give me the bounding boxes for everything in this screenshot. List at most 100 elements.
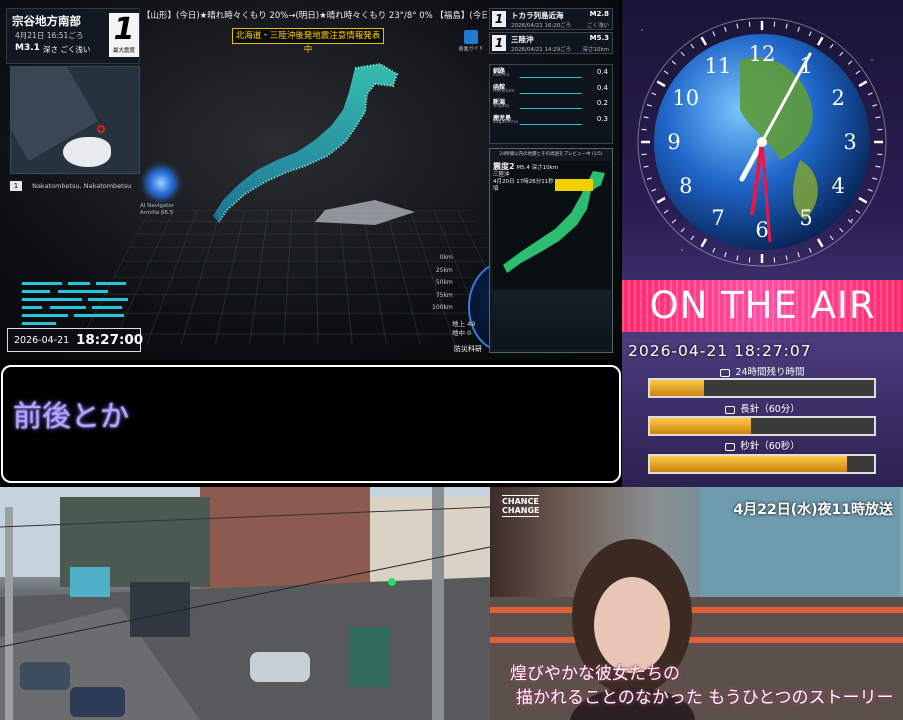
clock-number: 9 bbox=[667, 130, 680, 154]
clock-tick bbox=[859, 198, 867, 203]
clock-icon bbox=[720, 369, 730, 377]
clock-tick bbox=[749, 257, 750, 262]
caption-text: 前後とか bbox=[13, 393, 129, 435]
ai-navigator-label: AI Navigator Armilla β6.5 bbox=[140, 203, 174, 217]
clock-tick bbox=[749, 22, 750, 27]
subtitle-line-1: 煌びやかな彼女たちの bbox=[510, 659, 680, 684]
navigator-name: AI Navigator bbox=[140, 203, 174, 210]
clock-number: 7 bbox=[711, 206, 724, 230]
guide-label: 画面ガイド bbox=[458, 46, 483, 52]
clock-tick bbox=[868, 189, 873, 191]
preview-depth: 深さ10km bbox=[532, 165, 559, 171]
clock-tick bbox=[664, 71, 668, 74]
bar-label-second: 秒針（60秒） bbox=[622, 438, 903, 452]
bar-label-text: 秒針（60秒） bbox=[740, 441, 800, 452]
clock-tick bbox=[856, 210, 860, 213]
preview-mag: M5.4 bbox=[516, 165, 530, 171]
clock-tick bbox=[786, 24, 787, 29]
tide-wave-panel: 釧路 Kushiro 0.4 函館 Hakodate 0.4 新潟 Niigat… bbox=[489, 64, 613, 144]
clock-tick bbox=[872, 105, 877, 107]
clock-icon bbox=[725, 443, 735, 451]
clock-number: 2 bbox=[832, 86, 845, 110]
clock-tick bbox=[774, 257, 775, 262]
bar-label-text: 長針（60分） bbox=[740, 404, 800, 415]
quake-depth: 深さ ごく浅い bbox=[43, 44, 90, 55]
earthquake-monitor-panel: 【山形】(今日)★晴れ時々くもり 20%→(明日)★晴れ時々くもり 23°/8°… bbox=[0, 0, 620, 360]
progress-bar-second bbox=[648, 454, 876, 474]
clock-number: 3 bbox=[843, 130, 856, 154]
recent-intensity: 1 bbox=[492, 11, 506, 27]
epicenter-mini-map bbox=[10, 66, 140, 174]
recent-quakes-list: 1 トカラ列島近海 M2.8 2026/04/21 16:20ごろ ごく浅い 1… bbox=[489, 8, 613, 56]
list-item[interactable]: 1 トカラ列島近海 M2.8 2026/04/21 16:20ごろ ごく浅い bbox=[489, 8, 613, 30]
navigator-version: Armilla β6.5 bbox=[140, 210, 174, 217]
level-label-ground: 地上 bbox=[452, 320, 465, 328]
clock-tick bbox=[651, 93, 656, 95]
scale-100: 100km bbox=[432, 302, 453, 315]
wave-line bbox=[520, 100, 582, 109]
max-intensity-badge: 1 最大震度 bbox=[109, 13, 139, 57]
bar-label-text: 24時間残り時間 bbox=[735, 367, 804, 378]
observation-intensity-badge: 1 bbox=[10, 181, 22, 191]
bar-fill bbox=[650, 380, 704, 396]
recent-mag: M5.3 bbox=[590, 34, 609, 42]
clock-tick bbox=[830, 236, 833, 240]
clock-tick bbox=[644, 117, 649, 118]
clock-tick bbox=[642, 129, 647, 130]
clock-tick bbox=[818, 37, 823, 45]
clock-number: 6 bbox=[755, 218, 768, 242]
japan-3d-seismic-map bbox=[205, 60, 435, 230]
scale-50: 50km bbox=[432, 277, 453, 290]
clock-tick bbox=[848, 220, 852, 223]
clock-tick bbox=[664, 210, 668, 213]
monitor-time: 18:27:00 bbox=[76, 332, 143, 348]
preview-quake-info: 震度2 M5.4 深さ10km 三陸沖 4月20日 17時26分11秒頃 bbox=[493, 163, 559, 193]
clock-tick bbox=[713, 248, 715, 253]
drama-promo-feed: CHANCE CHANGE 4月22日(水)夜11時放送 煌びやかな彼女たちの … bbox=[490, 487, 903, 720]
level-value-ground: 49 bbox=[467, 320, 475, 328]
recent-intensity: 1 bbox=[492, 35, 506, 51]
clock-icon bbox=[725, 406, 735, 414]
quake-magnitude: M3.1 bbox=[15, 43, 40, 53]
weather-ticker: 【山形】(今日)★晴れ時々くもり 20%→(明日)★晴れ時々くもり 23°/8°… bbox=[142, 8, 487, 24]
recent-mag: M2.8 bbox=[590, 10, 609, 18]
on-the-air-banner: ON THE AIR bbox=[622, 280, 903, 332]
street-scene bbox=[0, 487, 490, 720]
preview-waveform bbox=[493, 291, 611, 349]
clock-center bbox=[757, 137, 767, 147]
wave-row: 函館 Hakodate 0.4 bbox=[490, 81, 612, 97]
clock-tick bbox=[657, 198, 665, 203]
wave-line bbox=[520, 85, 582, 94]
clock-tick bbox=[691, 236, 694, 240]
wave-line bbox=[520, 69, 582, 78]
list-item[interactable]: 1 三陸沖 M5.3 2026/04/21 14:29ごろ 深さ10km bbox=[489, 32, 613, 54]
clock-tick bbox=[647, 178, 652, 180]
data-source: 防災科研 bbox=[454, 344, 482, 354]
clock-number: 11 bbox=[705, 54, 732, 78]
broadcast-date: 4月22日(水)夜11時放送 bbox=[733, 499, 893, 519]
quake-region: 宗谷地方南部 bbox=[12, 13, 81, 29]
wave-value: 0.4 bbox=[597, 84, 608, 92]
clock-panel: 12 1 2 3 4 5 6 7 8 9 10 11 ON THE AIR 2026-04-21 18… bbox=[622, 0, 903, 487]
clock-number: 4 bbox=[832, 174, 845, 198]
max-intensity-value: 1 bbox=[109, 13, 139, 47]
clock-tick bbox=[691, 44, 694, 48]
clock-tick bbox=[681, 228, 684, 232]
shake-levels: 地上 49 地中 0 bbox=[452, 320, 475, 338]
clock-tick bbox=[642, 154, 647, 155]
scale-75: 75km bbox=[432, 290, 453, 303]
clock-tick bbox=[848, 61, 852, 64]
clock-tick bbox=[774, 22, 775, 27]
clock-tick bbox=[672, 61, 676, 64]
clock-tick bbox=[786, 255, 787, 260]
guide-icon bbox=[464, 30, 478, 44]
progress-bar-minute bbox=[648, 416, 876, 436]
quake-time: 4月21日 16:51ごろ bbox=[15, 30, 83, 41]
wave-row: 新潟 Niigata 0.2 bbox=[490, 96, 612, 112]
preview-area: 三陸沖 bbox=[493, 172, 559, 179]
screen-guide-button[interactable]: 画面ガイド bbox=[458, 30, 484, 58]
wave-station-roman: Kushiro bbox=[493, 73, 510, 78]
bar-label-minute: 長針（60分） bbox=[622, 401, 903, 415]
quake-preview-panel: 24時間以内の地震とその周囲をプレビュー中 (1/5) 震度2 M5.4 深さ1… bbox=[489, 148, 613, 353]
clock-tick bbox=[830, 44, 833, 48]
